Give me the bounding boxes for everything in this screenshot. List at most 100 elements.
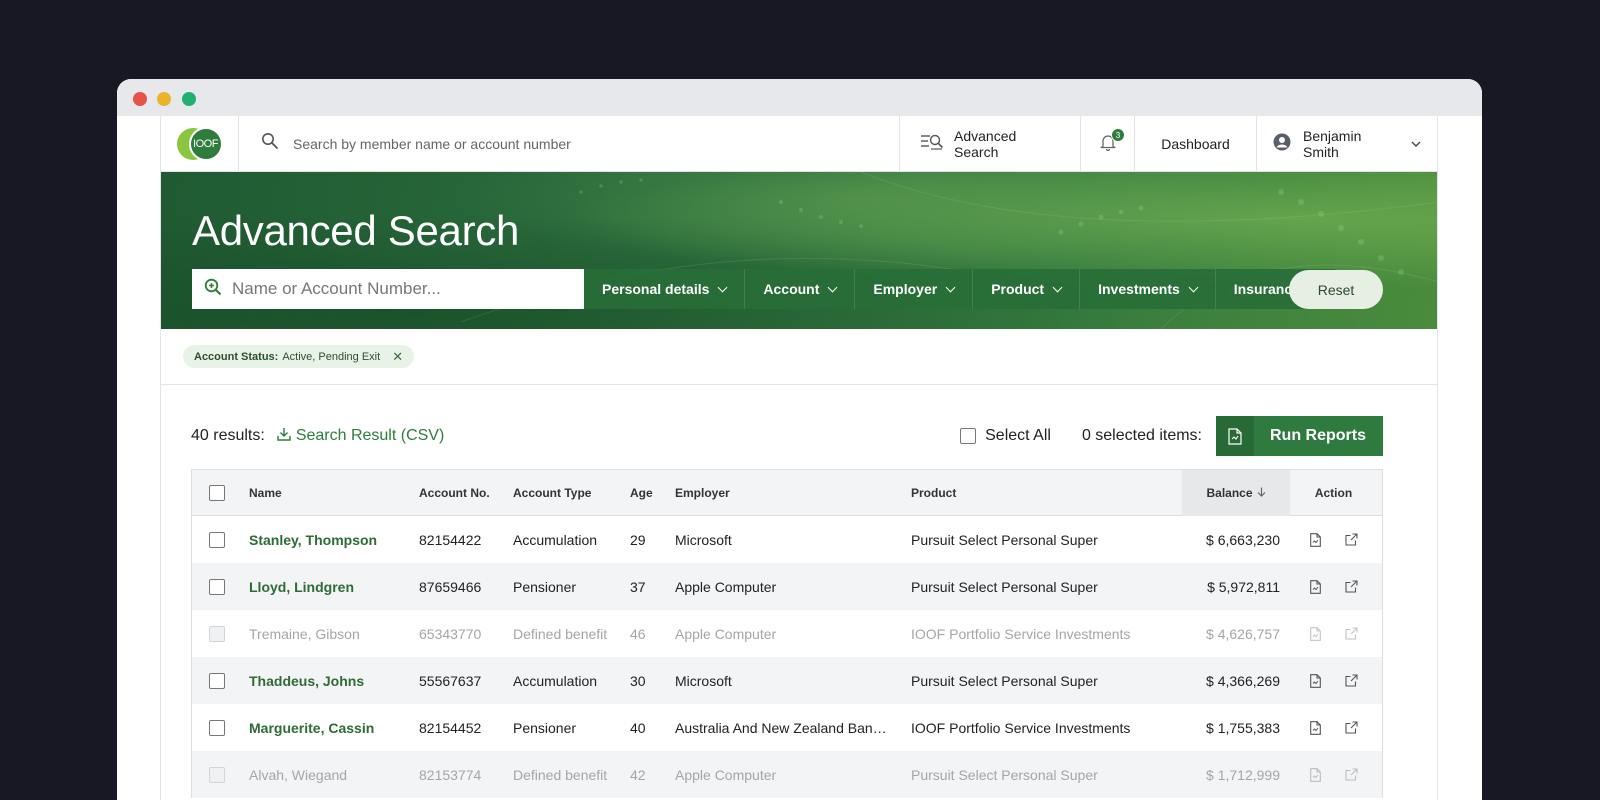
- row-checkbox-cell: [192, 766, 242, 783]
- minimize-window-button[interactable]: [157, 92, 171, 106]
- csv-link-label: Search Result (CSV): [295, 427, 445, 444]
- advanced-search-nav-button[interactable]: Advanced Search: [900, 116, 1081, 171]
- row-checkbox[interactable]: [209, 531, 225, 548]
- column-header-balance[interactable]: Balance: [1182, 469, 1290, 516]
- member-name-link[interactable]: Alvah, Wiegand: [242, 767, 419, 783]
- row-checkbox-cell: [192, 578, 242, 595]
- filter-chip-account-status: Account Status: Active, Pending Exit ✕: [183, 345, 415, 368]
- chip-value: Active, Pending Exit: [282, 350, 381, 363]
- row-checkbox[interactable]: [209, 578, 225, 595]
- header-checkbox-cell: [192, 484, 242, 501]
- report-file-icon[interactable]: [1309, 626, 1321, 641]
- download-csv-link[interactable]: Search Result (CSV): [277, 427, 445, 446]
- row-actions: [1290, 673, 1377, 688]
- row-checkbox[interactable]: [209, 766, 225, 783]
- account-type: Pensioner: [513, 719, 577, 736]
- row-actions: [1290, 767, 1377, 782]
- logo-dark-circle: IOOF: [188, 126, 223, 161]
- advanced-search-hero: Advanced Search Personal details Account…: [161, 172, 1437, 329]
- results-toolbar: 40 results: Search Result (CSV) Select A…: [191, 416, 1383, 456]
- external-link-icon[interactable]: [1344, 626, 1358, 641]
- global-search-input[interactable]: [293, 135, 853, 152]
- browser-window: IOOF Advanced Search 3 D: [117, 79, 1482, 800]
- column-header-account-no[interactable]: Account No.: [419, 486, 513, 500]
- account-number: 65343770: [419, 625, 482, 642]
- notifications-button[interactable]: 3: [1081, 116, 1135, 171]
- employer: Australia And New Zealand Ban…: [675, 719, 887, 736]
- row-actions: [1290, 720, 1377, 735]
- download-icon: [277, 427, 291, 446]
- column-header-age[interactable]: Age: [630, 486, 675, 500]
- row-checkbox[interactable]: [209, 672, 225, 689]
- maximize-window-button[interactable]: [182, 92, 196, 106]
- member-age: 30: [630, 672, 646, 689]
- filter-investments[interactable]: Investments: [1080, 269, 1216, 309]
- column-header-name[interactable]: Name: [242, 486, 419, 500]
- external-link-icon[interactable]: [1344, 673, 1358, 688]
- account-type: Defined benefit: [513, 766, 608, 783]
- member-name-link[interactable]: Tremaine, Gibson: [242, 626, 419, 642]
- member-name-link[interactable]: Marguerite, Cassin: [242, 720, 419, 736]
- filter-account[interactable]: Account: [745, 269, 856, 309]
- select-all-label: Select All: [985, 427, 1051, 444]
- report-file-icon[interactable]: [1309, 673, 1321, 688]
- run-reports-button[interactable]: Run Reports: [1216, 416, 1383, 456]
- select-all-checkbox[interactable]: [960, 428, 977, 444]
- column-header-employer[interactable]: Employer: [675, 486, 895, 500]
- filter-employer[interactable]: Employer: [855, 269, 974, 309]
- report-file-icon[interactable]: [1309, 532, 1321, 547]
- balance: $ 5,972,811: [1207, 578, 1280, 595]
- product: Pursuit Select Personal Super: [911, 531, 1098, 548]
- product: Pursuit Select Personal Super: [911, 578, 1098, 595]
- table-row: Tremaine, Gibson 65343770 Defined benefi…: [192, 610, 1382, 657]
- column-header-product[interactable]: Product: [895, 486, 1182, 500]
- filter-label: Account: [763, 281, 820, 297]
- chevron-down-icon: [945, 282, 956, 292]
- select-all-control[interactable]: Select All: [960, 427, 1051, 445]
- chevron-down-icon: [1411, 141, 1421, 147]
- filter-label: Personal details: [602, 281, 710, 297]
- dashboard-nav-link[interactable]: Dashboard: [1135, 116, 1257, 171]
- balance: $ 4,366,269: [1206, 672, 1280, 689]
- employer: Apple Computer: [675, 625, 777, 642]
- external-link-icon[interactable]: [1344, 532, 1358, 547]
- row-checkbox[interactable]: [209, 625, 225, 642]
- close-window-button[interactable]: [133, 92, 147, 106]
- run-reports-label: Run Reports: [1270, 427, 1366, 444]
- filter-product[interactable]: Product: [973, 269, 1081, 309]
- filter-personal-details[interactable]: Personal details: [584, 269, 746, 309]
- selected-items-count: 0 selected items:: [1081, 427, 1202, 444]
- filter-label: Investments: [1098, 281, 1180, 297]
- reset-button[interactable]: Reset: [1289, 270, 1383, 309]
- name-or-account-input[interactable]: [232, 279, 572, 299]
- account-type: Pensioner: [513, 578, 577, 595]
- chevron-down-icon: [1188, 282, 1199, 292]
- logo-link[interactable]: IOOF: [161, 116, 239, 171]
- external-link-icon[interactable]: [1344, 767, 1358, 782]
- external-link-icon[interactable]: [1344, 720, 1358, 735]
- external-link-icon[interactable]: [1344, 579, 1358, 594]
- employer: Apple Computer: [675, 578, 777, 595]
- report-file-icon[interactable]: [1309, 720, 1321, 735]
- results-count: 40 results:: [191, 427, 265, 444]
- filter-label: Product: [991, 281, 1045, 297]
- member-name-link[interactable]: Lloyd, Lindgren: [242, 579, 419, 595]
- header-select-checkbox[interactable]: [209, 484, 225, 501]
- table-body: Stanley, Thompson 82154422 Accumulation …: [192, 516, 1382, 798]
- balance: $ 1,712,999: [1206, 766, 1280, 783]
- report-file-icon[interactable]: [1309, 767, 1321, 782]
- product: Pursuit Select Personal Super: [911, 766, 1098, 783]
- table-row: Thaddeus, Johns 55567637 Accumulation 30…: [192, 657, 1382, 704]
- notification-count-badge: 3: [1111, 128, 1125, 142]
- user-menu[interactable]: Benjamin Smith: [1257, 116, 1437, 171]
- column-header-account-type[interactable]: Account Type: [513, 486, 630, 500]
- report-file-icon[interactable]: [1309, 579, 1321, 594]
- employer: Microsoft: [675, 531, 732, 548]
- member-name-link[interactable]: Stanley, Thompson: [242, 532, 419, 548]
- product: IOOF Portfolio Service Investments: [911, 719, 1131, 736]
- table-header-row: Name Account No. Account Type Age Employ…: [192, 469, 1382, 516]
- row-checkbox[interactable]: [209, 719, 225, 736]
- remove-filter-icon[interactable]: ✕: [392, 349, 403, 365]
- selection-tools: Select All 0 selected items: Run Reports: [960, 416, 1383, 456]
- member-name-link[interactable]: Thaddeus, Johns: [242, 673, 419, 689]
